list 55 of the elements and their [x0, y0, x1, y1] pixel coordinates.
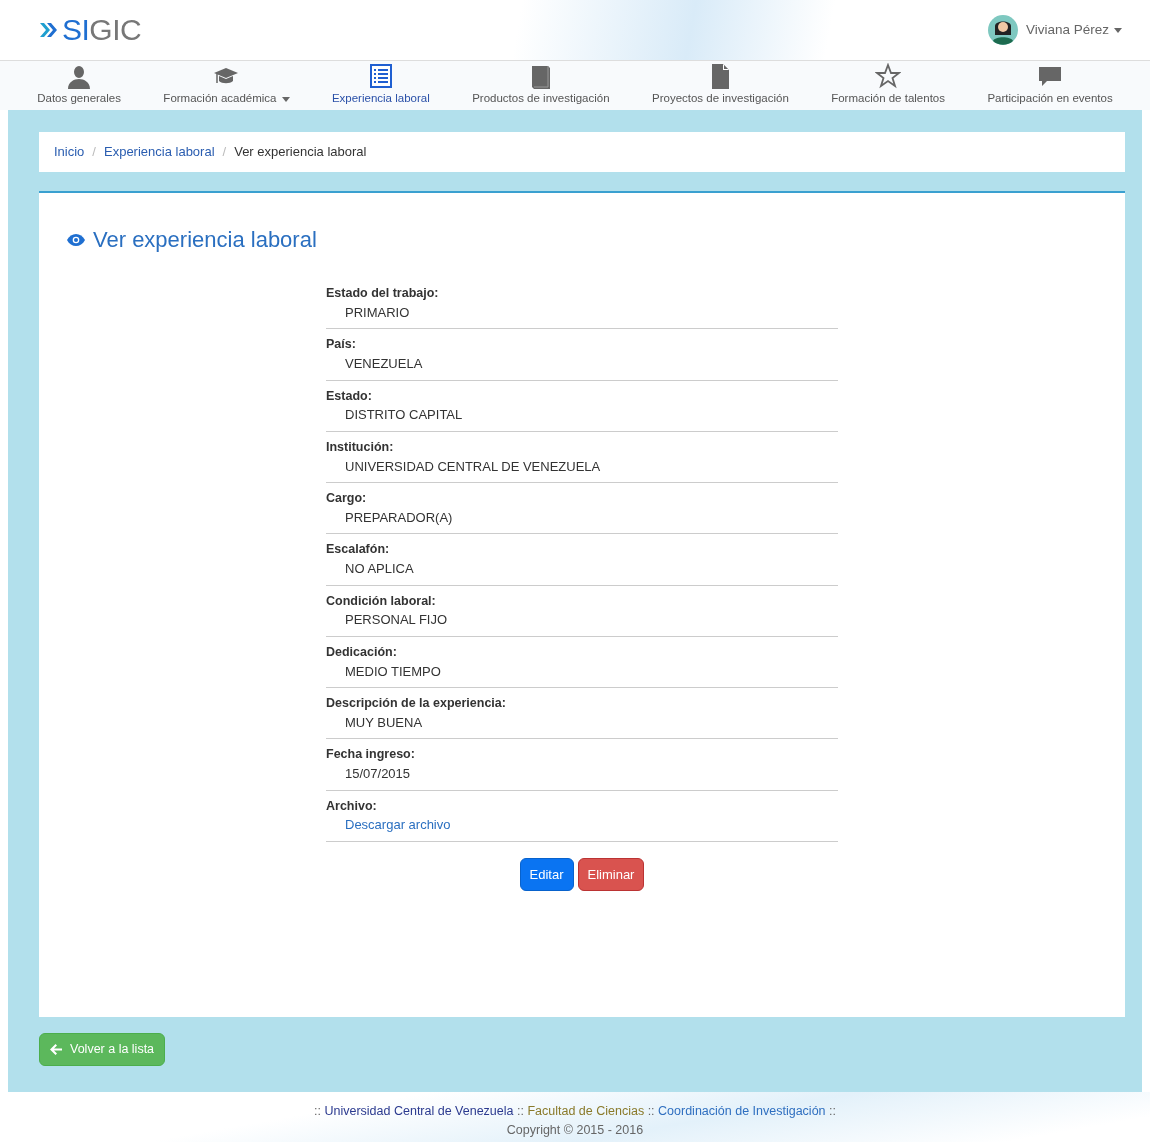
separator-mark: :: [516, 1104, 524, 1118]
breadcrumb-link[interactable]: Inicio [54, 142, 85, 162]
footer-link[interactable]: Universidad Central de Venezuela [324, 1104, 514, 1118]
field-value: MUY BUENA [345, 714, 423, 730]
breadcrumb-link[interactable]: Experiencia laboral [104, 142, 215, 162]
field-label: Cargo: [326, 490, 368, 507]
caret-icon [1114, 27, 1122, 33]
field-label: Escalafón: [326, 541, 391, 559]
field-label: Archivo: [326, 797, 378, 815]
field-label: País: [326, 336, 357, 354]
logo-text[interactable]: SIGIC [62, 15, 142, 45]
separator-mark: :: [829, 1104, 836, 1118]
footer-link[interactable]: Coordinación de Investigación [658, 1104, 826, 1118]
field-label: Institución: [326, 438, 395, 456]
field-value: PRIMARIO [345, 304, 410, 320]
field-label: Estado del trabajo: [326, 285, 440, 302]
field-value: MEDIO TIEMPO [345, 663, 441, 679]
field-value: 15/07/2015 [345, 766, 411, 781]
field-value: UNIVERSIDAD CENTRAL DE VENEZUELA [345, 458, 601, 474]
avatar-icon [987, 15, 1018, 45]
user-menu[interactable]: Viviana Pérez [1025, 19, 1122, 41]
field-value: NO APLICA [345, 561, 414, 576]
nav-tab[interactable]: Experiencia laboral [327, 63, 434, 108]
nav-tab[interactable]: Productos de investigación [468, 63, 614, 108]
field-value: PREPARADOR(A) [345, 509, 453, 525]
separator-mark: :: [314, 1104, 321, 1118]
field-label: Estado: [326, 387, 373, 405]
copyright-text: Copyright © 2015 - 2016 [506, 1123, 644, 1138]
field-value: PERSONAL FIJO [345, 612, 448, 628]
separator-mark: :: [647, 1104, 655, 1118]
eye-icon [67, 233, 85, 246]
panel-title: Ver experiencia laboral [93, 226, 317, 254]
arrow-left-icon [50, 1043, 62, 1055]
nav-tab[interactable]: Participación en eventos [983, 63, 1117, 108]
edit-button[interactable]: Editar [519, 857, 574, 892]
breadcrumb-separator: / [222, 143, 227, 162]
breadcrumb-current: Ver experiencia laboral [234, 143, 367, 162]
nav-tab[interactable]: Formación de talentos [827, 63, 949, 108]
chevrons-icon [40, 22, 58, 38]
person-icon [66, 63, 93, 90]
nav-tab[interactable]: Proyectos de investigación [648, 63, 793, 108]
breadcrumb-separator: / [92, 143, 96, 162]
star-icon [875, 63, 902, 90]
footer-link[interactable]: Facultad de Ciencias [527, 1104, 645, 1118]
field-value: VENEZUELA [345, 356, 423, 371]
download-link[interactable]: Descargar archivo [345, 817, 451, 833]
nav-tab[interactable]: Formación académica [159, 63, 294, 108]
field-label: Condición laboral: [326, 592, 437, 610]
field-label: Dedicación: [326, 643, 398, 661]
field-label: Descripción de la experiencia: [326, 695, 507, 712]
delete-button[interactable]: Eliminar [577, 857, 645, 892]
nav-tab[interactable]: Datos generales [33, 63, 125, 108]
list-icon [367, 63, 394, 90]
field-value: DISTRITO CAPITAL [345, 407, 463, 423]
field-label: Fecha ingreso: [326, 746, 416, 764]
